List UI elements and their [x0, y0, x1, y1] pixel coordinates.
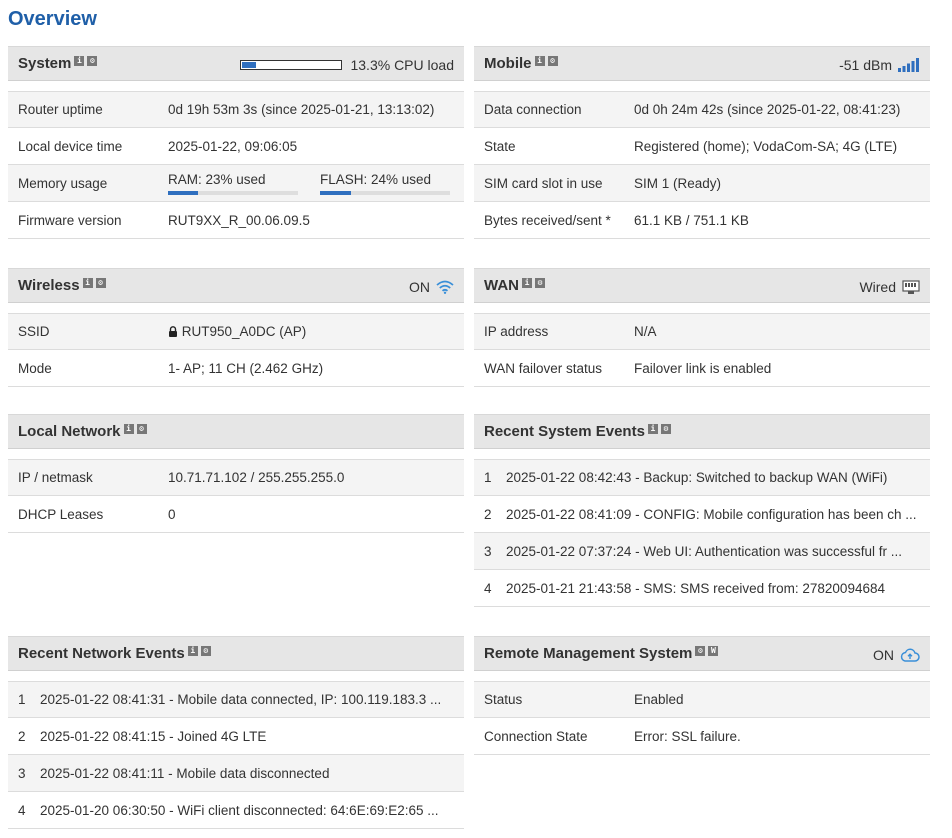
signal-bars-icon	[898, 57, 919, 72]
rms-header: Remote Management System ⚙ W ON	[474, 636, 930, 671]
rms-row-connection-state: Connection State Error: SSL failure.	[474, 718, 930, 755]
rms-panel: Remote Management System ⚙ W ON Status E…	[474, 636, 930, 755]
list-item: 3 2025-01-22 07:37:24 - Web UI: Authenti…	[474, 533, 930, 570]
list-item: 1 2025-01-22 08:41:31 - Mobile data conn…	[8, 681, 464, 718]
wan-panel: WAN i ⚙ Wired IP address N/A WAN failove…	[474, 268, 930, 387]
mobile-header: Mobile i ⚙ -51 dBm	[474, 46, 930, 81]
list-item: 2 2025-01-22 08:41:09 - CONFIG: Mobile c…	[474, 496, 930, 533]
recent-network-events-title: Recent Network Events	[18, 645, 185, 662]
wan-title: WAN	[484, 277, 519, 294]
wan-row-ip: IP address N/A	[474, 313, 930, 350]
list-item: 4 2025-01-21 21:43:58 - SMS: SMS receive…	[474, 570, 930, 607]
rms-status: ON	[873, 646, 894, 663]
mobile-row-state: State Registered (home); VodaCom-SA; 4G …	[474, 128, 930, 165]
wireless-panel: Wireless i ⚙ ON SSID RUT950_A0DC (AP) Mo…	[8, 268, 464, 387]
flash-usage-bar	[320, 190, 450, 195]
window-icon[interactable]: W	[708, 645, 719, 656]
info-icon[interactable]: i	[123, 423, 134, 434]
wifi-icon	[436, 280, 454, 294]
recent-system-events-header: Recent System Events i ⚙	[474, 414, 930, 449]
ssid-value: RUT950_A0DC (AP)	[181, 324, 307, 339]
info-icon[interactable]: i	[522, 277, 532, 288]
list-item: 1 2025-01-22 08:42:43 - Backup: Switched…	[474, 459, 930, 496]
recent-network-events-header: Recent Network Events i ⚙	[8, 636, 464, 671]
system-row-firmware: Firmware version RUT9XX_R_00.06.09.5	[8, 202, 464, 239]
wireless-row-ssid: SSID RUT950_A0DC (AP)	[8, 313, 464, 350]
settings-icon[interactable]: ⚙	[660, 423, 671, 434]
wireless-row-mode: Mode 1- AP; 11 CH (2.462 GHz)	[8, 350, 464, 387]
list-item: 2 2025-01-22 08:41:15 - Joined 4G LTE	[8, 718, 464, 755]
list-item: 3 2025-01-22 08:41:11 - Mobile data disc…	[8, 755, 464, 792]
cpu-load-bar	[240, 59, 343, 70]
mobile-row-bytes: Bytes received/sent * 61.1 KB / 751.1 KB	[474, 202, 930, 239]
lock-icon	[169, 326, 177, 337]
local-network-panel: Local Network i ⚙ IP / netmask 10.71.71.…	[8, 414, 464, 533]
cpu-load-text: 13.3% CPU load	[350, 56, 454, 73]
mobile-panel: Mobile i ⚙ -51 dBm Data connection 0d 0h…	[474, 46, 930, 239]
wan-status: Wired	[859, 278, 896, 295]
ram-usage-text: RAM: 23% used	[168, 171, 266, 187]
mobile-row-data-connection: Data connection 0d 0h 24m 42s (since 202…	[474, 91, 930, 128]
rms-row-status: Status Enabled	[474, 681, 930, 718]
settings-icon[interactable]: ⚙	[695, 645, 706, 656]
settings-icon[interactable]: ⚙	[136, 423, 147, 434]
local-network-header: Local Network i ⚙	[8, 414, 464, 449]
wireless-title: Wireless	[18, 277, 80, 294]
system-panel: System i ⚙ 13.3% CPU load Router uptime …	[8, 46, 464, 239]
recent-network-events-panel: Recent Network Events i ⚙ 1 2025-01-22 0…	[8, 636, 464, 829]
recent-system-events-panel: Recent System Events i ⚙ 1 2025-01-22 08…	[474, 414, 930, 607]
mobile-row-sim: SIM card slot in use SIM 1 (Ready)	[474, 165, 930, 202]
info-icon[interactable]: i	[534, 55, 545, 66]
settings-icon[interactable]: ⚙	[200, 645, 211, 656]
info-icon[interactable]: i	[82, 277, 93, 288]
info-icon[interactable]: i	[647, 423, 658, 434]
settings-icon[interactable]: ⚙	[87, 55, 98, 66]
system-row-memory: Memory usage RAM: 23% used FLASH: 24% us…	[8, 165, 464, 202]
mobile-title: Mobile	[484, 55, 532, 72]
signal-strength-text: -51 dBm	[839, 56, 892, 73]
page-title: Overview	[8, 8, 97, 30]
local-row-ip: IP / netmask 10.71.71.102 / 255.255.255.…	[8, 459, 464, 496]
settings-icon[interactable]: ⚙	[535, 277, 545, 288]
wireless-header: Wireless i ⚙ ON	[8, 268, 464, 303]
system-row-uptime: Router uptime 0d 19h 53m 3s (since 2025-…	[8, 91, 464, 128]
settings-icon[interactable]: ⚙	[95, 277, 106, 288]
list-item: 4 2025-01-20 06:30:50 - WiFi client disc…	[8, 792, 464, 829]
ram-usage-bar	[168, 190, 298, 195]
cloud-icon	[900, 648, 920, 662]
info-icon[interactable]: i	[187, 645, 198, 656]
ethernet-icon	[902, 279, 920, 294]
local-row-dhcp: DHCP Leases 0	[8, 496, 464, 533]
flash-usage-text: FLASH: 24% used	[320, 171, 432, 187]
system-title: System	[18, 55, 72, 72]
wan-row-failover: WAN failover status Failover link is ena…	[474, 350, 930, 387]
settings-icon[interactable]: ⚙	[547, 55, 558, 66]
wireless-status: ON	[409, 278, 430, 295]
system-header: System i ⚙ 13.3% CPU load	[8, 46, 464, 81]
rms-title: Remote Management System	[484, 645, 693, 662]
recent-system-events-title: Recent System Events	[484, 423, 645, 440]
system-row-time: Local device time 2025-01-22, 09:06:05	[8, 128, 464, 165]
info-icon[interactable]: i	[74, 55, 85, 66]
local-network-title: Local Network	[18, 423, 121, 440]
wan-header: WAN i ⚙ Wired	[474, 268, 930, 303]
